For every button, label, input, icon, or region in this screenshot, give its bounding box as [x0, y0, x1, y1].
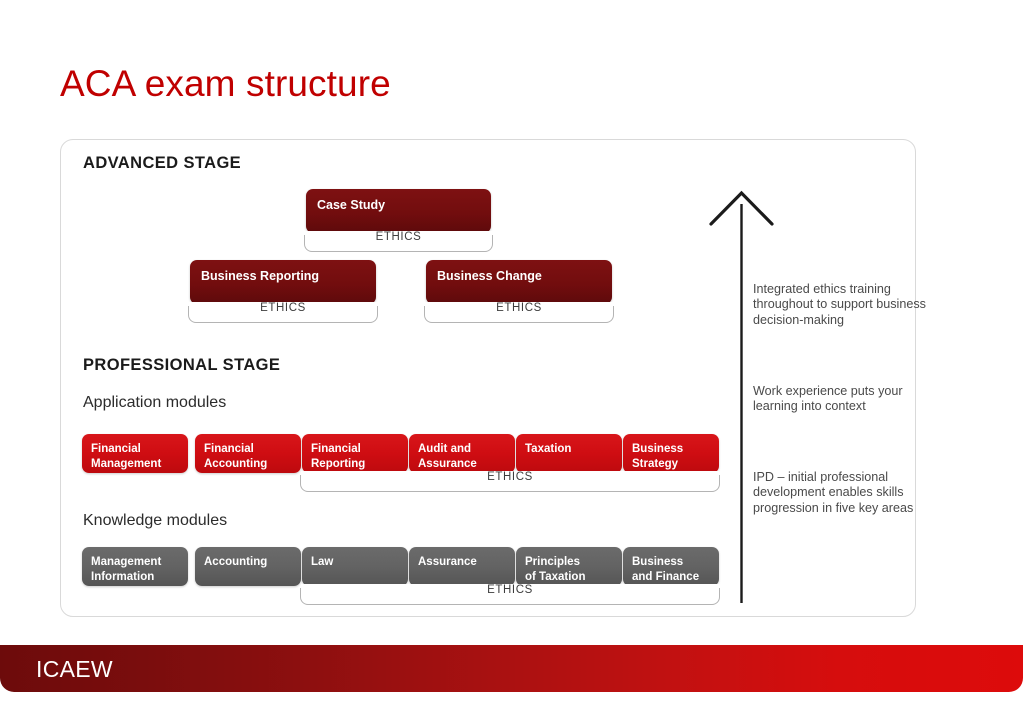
ethics-bracket-business-reporting: ETHICS — [188, 302, 378, 323]
footer-bar — [0, 645, 1023, 692]
module-label-line1: Accounting — [204, 556, 268, 568]
note-ipd: IPD – initial professional development e… — [753, 470, 914, 515]
module-label-line2: Accounting — [204, 457, 268, 470]
module-label-line1: Financial — [204, 443, 254, 455]
ethics-label: ETHICS — [480, 584, 540, 596]
module-financial-reporting[interactable]: Financial Reporting — [302, 434, 408, 473]
ethics-label: ETHICS — [480, 471, 540, 483]
module-label-line1: Principles — [525, 556, 580, 568]
ethics-label: ETHICS — [368, 231, 429, 243]
module-label-line2: of Taxation — [525, 570, 586, 583]
module-audit-and-assurance[interactable]: Audit and Assurance — [409, 434, 515, 473]
ethics-label: ETHICS — [489, 302, 549, 314]
module-label-line1: Business — [632, 556, 684, 568]
module-label-line2: Assurance — [418, 457, 477, 470]
knowledge-modules-heading: Knowledge modules — [83, 512, 228, 529]
module-label-line2: Reporting — [311, 457, 366, 470]
module-label-line1: Assurance — [418, 556, 477, 568]
note-work-experience: Work experience puts your learning into … — [753, 384, 903, 414]
module-label-line1: Taxation — [525, 443, 572, 455]
module-label-line1: Business Change — [437, 269, 542, 283]
module-law[interactable]: Law — [302, 547, 408, 586]
module-label-line2: Information — [91, 570, 155, 583]
ethics-bracket-business-change: ETHICS — [424, 302, 614, 323]
professional-stage-heading: PROFESSIONAL STAGE — [83, 356, 281, 374]
module-principles-of-taxation[interactable]: Principles of Taxation — [516, 547, 622, 586]
module-taxation[interactable]: Taxation — [516, 434, 622, 473]
module-label-line1: Case Study — [317, 198, 386, 212]
page-title: ACA exam structure — [60, 63, 391, 104]
note-integrated-ethics: Integrated ethics training throughout to… — [753, 282, 926, 327]
module-label-line1: Business — [632, 443, 684, 455]
ethics-bracket-application-modules: ETHICS — [300, 471, 720, 492]
module-label-line2: Management — [91, 457, 162, 470]
module-financial-accounting[interactable]: Financial Accounting — [195, 434, 301, 473]
ethics-bracket-knowledge-modules: ETHICS — [300, 584, 720, 605]
module-label-line1: Law — [311, 556, 334, 568]
module-label-line1: Financial — [311, 443, 361, 455]
module-assurance[interactable]: Assurance — [409, 547, 515, 586]
module-accounting[interactable]: Accounting — [195, 547, 301, 586]
application-modules-heading: Application modules — [83, 394, 227, 411]
module-case-study[interactable]: Case Study — [306, 189, 491, 233]
module-label-line1: Business Reporting — [201, 269, 320, 283]
module-financial-management[interactable]: Financial Management — [82, 434, 188, 473]
module-business-change[interactable]: Business Change — [426, 260, 612, 304]
module-label-line1: Management — [91, 556, 162, 568]
ethics-label: ETHICS — [253, 302, 313, 314]
ethics-bracket-case-study: ETHICS — [304, 231, 493, 252]
module-business-reporting[interactable]: Business Reporting — [190, 260, 376, 304]
module-label-line1: Audit and — [418, 443, 472, 455]
advanced-stage-heading: ADVANCED STAGE — [83, 154, 242, 172]
module-management-information[interactable]: Management Information — [82, 547, 188, 586]
module-label-line1: Financial — [91, 443, 141, 455]
brand-icaew: ICAEW — [36, 656, 113, 682]
